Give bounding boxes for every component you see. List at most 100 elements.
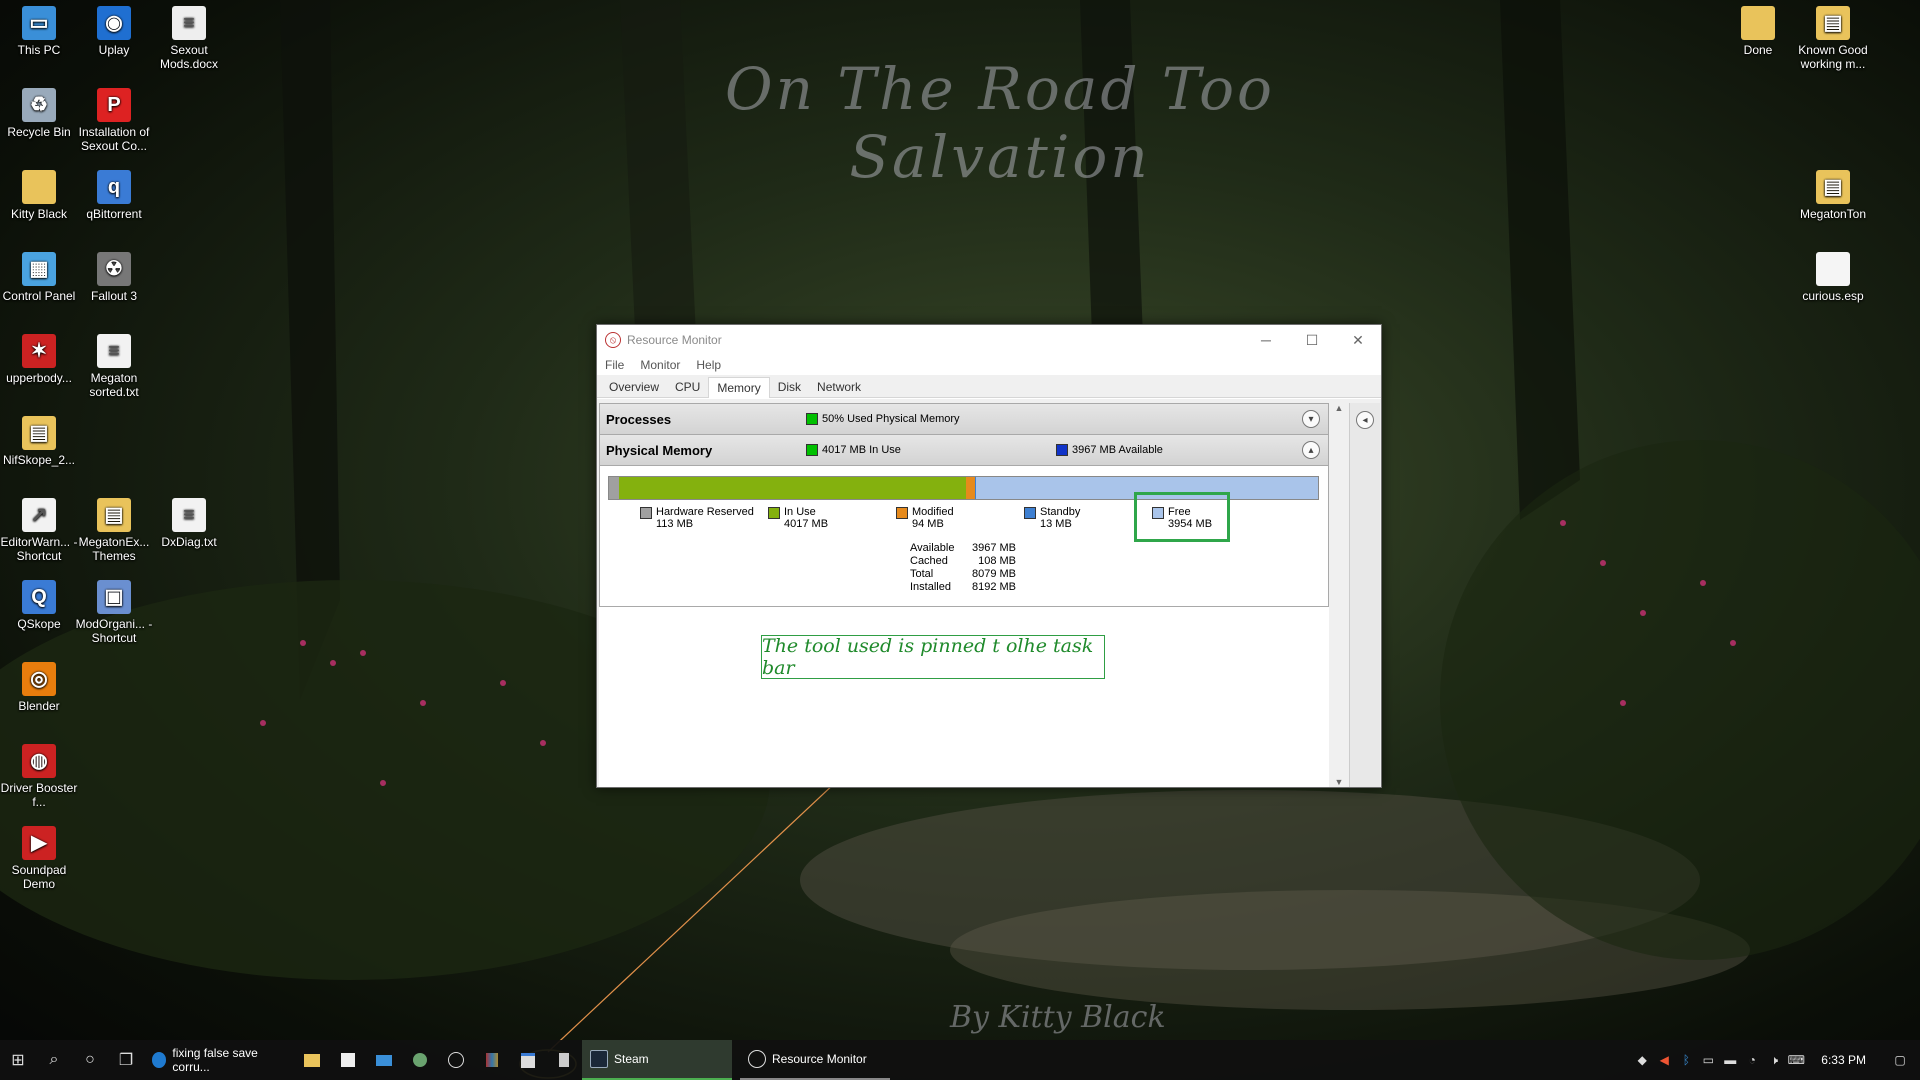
desktop-icon[interactable]: ↗ EditorWarn... - Shortcut <box>0 498 78 563</box>
tab-overview[interactable]: Overview <box>601 377 667 397</box>
title-bar[interactable]: ⦸ Resource Monitor ─ ☐ ✕ <box>597 325 1381 355</box>
desktop-icon[interactable]: Kitty Black <box>0 170 78 221</box>
totals-value: 8192 MB <box>971 581 1016 593</box>
memory-totals: Available 3967 MB Cached 108 MB Total 8079 MB… <box>910 542 1016 594</box>
tray-app-icon[interactable]: ◆ <box>1631 1053 1653 1067</box>
desktop-icon[interactable]: ◍ Driver Booster f... <box>0 744 78 809</box>
physical-memory-panel: Hardware Reserved 113 MB In Use 4017 MB Modi… <box>599 466 1329 607</box>
desktop-icon-label: Done <box>1743 43 1773 57</box>
desktop-icon[interactable]: ♻ Recycle Bin <box>0 88 78 139</box>
desktop-icon-label: MegatonTon <box>1799 207 1867 221</box>
scroll-up-icon[interactable]: ▲ <box>1332 403 1346 413</box>
pinned-window-icon[interactable] <box>510 1040 546 1080</box>
file-explorer-icon[interactable] <box>294 1040 330 1080</box>
processes-section-header[interactable]: Processes 50% Used Physical Memory ▾ <box>599 403 1329 435</box>
desktop-icon-label: Control Panel <box>2 289 76 303</box>
archive-icon: ▤ <box>1816 170 1850 204</box>
legend-name: Modified <box>912 506 954 518</box>
desktop-icon-label: Soundpad Demo <box>11 863 67 891</box>
desktop-icon[interactable]: curious.esp <box>1794 252 1872 303</box>
resource-monitor-task-label: Resource Monitor <box>772 1052 867 1066</box>
browser-window-label: fixing false save corru... <box>172 1046 258 1074</box>
close-button[interactable]: ✕ <box>1335 325 1381 355</box>
vertical-scrollbar[interactable]: ▲ ▼ <box>1332 403 1346 787</box>
desktop-icon-label: Fallout 3 <box>90 289 138 303</box>
resource-monitor-pinned-icon[interactable] <box>438 1040 474 1080</box>
processes-stat: 50% Used Physical Memory <box>822 413 960 425</box>
legend-item: In Use 4017 MB <box>768 506 828 530</box>
desktop-icon[interactable]: q qBittorrent <box>75 170 153 221</box>
search-icon[interactable]: ⌕ <box>36 1040 72 1080</box>
totals-value: 8079 MB <box>971 568 1016 580</box>
taskbar-app-browser[interactable]: fixing false save corru... <box>144 1040 294 1080</box>
desktop-icon[interactable]: P Installation of Sexout Co... <box>75 88 153 153</box>
tray-red-icon[interactable]: ◀ <box>1653 1053 1675 1067</box>
desktop-icon[interactable]: ▣ ModOrgani... - Shortcut <box>75 580 153 645</box>
desktop-icon[interactable]: ▦ Control Panel <box>0 252 78 303</box>
desktop-icon[interactable]: ▤ Known Good working m... <box>1794 6 1872 71</box>
mail-icon[interactable] <box>366 1040 402 1080</box>
docx-file-icon: ≡ <box>172 6 206 40</box>
cortana-icon[interactable]: ○ <box>72 1040 108 1080</box>
battery-icon[interactable]: ▭ <box>1697 1053 1719 1067</box>
desktop-icon-label: ModOrgani... - Shortcut <box>75 617 153 645</box>
desktop-icon[interactable]: Done <box>1719 6 1797 57</box>
recycle-bin-icon: ♻ <box>22 88 56 122</box>
collapse-chevron-icon[interactable]: ▴ <box>1302 441 1320 459</box>
wallpaper-signature: By Kitty Black <box>950 1000 1166 1035</box>
taskbar-app-resource-monitor[interactable]: Resource Monitor <box>740 1040 890 1080</box>
notepad-icon[interactable] <box>546 1040 582 1080</box>
minimize-button[interactable]: ─ <box>1243 325 1289 355</box>
physical-memory-section-header[interactable]: Physical Memory 4017 MB In Use 3967 MB A… <box>599 435 1329 466</box>
expand-chevron-icon[interactable]: ▾ <box>1302 410 1320 428</box>
legend-value: 4017 MB <box>784 518 829 530</box>
desktop-icon[interactable]: ▤ NifSkope_2... <box>0 416 78 467</box>
start-button[interactable]: ⊞ <box>0 1040 36 1080</box>
desktop-icon[interactable]: ▤ MegatonEx... Themes <box>75 498 153 563</box>
task-view-icon[interactable]: ❐ <box>108 1040 144 1080</box>
desktop-icon[interactable]: ◎ Blender <box>0 662 78 713</box>
desktop-icon[interactable]: ▶ Soundpad Demo <box>0 826 78 891</box>
notification-center-icon[interactable]: ▢ <box>1880 1053 1920 1067</box>
language-icon[interactable]: ⌨ <box>1785 1053 1807 1067</box>
maximize-button[interactable]: ☐ <box>1289 325 1335 355</box>
tab-disk[interactable]: Disk <box>770 377 809 397</box>
menu-monitor[interactable]: Monitor <box>640 358 680 372</box>
desktop-icon[interactable]: ☢ Fallout 3 <box>75 252 153 303</box>
desktop-icon[interactable]: Q QSkope <box>0 580 78 631</box>
clock[interactable]: 6:33 PM <box>1807 1053 1880 1067</box>
desktop-icon[interactable]: ◉ Uplay <box>75 6 153 57</box>
desktop-icon[interactable]: ≡ Sexout Mods.docx <box>150 6 228 71</box>
memory-bar-segment <box>609 477 619 499</box>
power-icon[interactable]: ▬ <box>1719 1053 1741 1067</box>
tab-network[interactable]: Network <box>809 377 869 397</box>
tab-cpu[interactable]: CPU <box>667 377 708 397</box>
bluetooth-icon[interactable]: ᛒ <box>1675 1053 1697 1067</box>
resource-monitor-app-icon <box>748 1050 766 1068</box>
red-splat-icon: ✶ <box>22 334 56 368</box>
memory-bar-segment <box>966 477 975 499</box>
desktop-icon[interactable]: ▭ This PC <box>0 6 78 57</box>
tab-memory[interactable]: Memory <box>708 377 770 398</box>
menu-file[interactable]: File <box>605 358 624 372</box>
legend-swatch <box>768 507 780 519</box>
desktop-icon[interactable]: ▤ MegatonTon <box>1794 170 1872 221</box>
desktop-icon[interactable]: ≡ Megaton sorted.txt <box>75 334 153 399</box>
desktop-icon-label: Uplay <box>98 43 130 57</box>
desktop-icon-label: Installation of Sexout Co... <box>78 125 150 153</box>
show-panel-chevron-icon[interactable]: ◂ <box>1356 411 1374 429</box>
menu-help[interactable]: Help <box>696 358 721 372</box>
volume-muted-icon[interactable]: 🕨 <box>1763 1053 1785 1068</box>
winrar-icon[interactable] <box>474 1040 510 1080</box>
app-pinned-icon[interactable] <box>402 1040 438 1080</box>
taskbar: ⊞ ⌕ ○ ❐ fixing false save corru... Steam… <box>0 1040 1920 1080</box>
driver-booster-icon: ◍ <box>22 744 56 778</box>
taskbar-app-steam[interactable]: Steam <box>582 1040 732 1080</box>
network-icon[interactable]: ◔ <box>1741 1053 1763 1067</box>
store-icon[interactable] <box>330 1040 366 1080</box>
desktop-icon[interactable]: ✶ upperbody... <box>0 334 78 385</box>
desktop-icon[interactable]: ≡ DxDiag.txt <box>150 498 228 549</box>
resource-monitor-window[interactable]: ⦸ Resource Monitor ─ ☐ ✕ File Monitor He… <box>596 324 1382 788</box>
pdf-file-icon: P <box>97 88 131 122</box>
scroll-down-icon[interactable]: ▼ <box>1332 777 1346 787</box>
